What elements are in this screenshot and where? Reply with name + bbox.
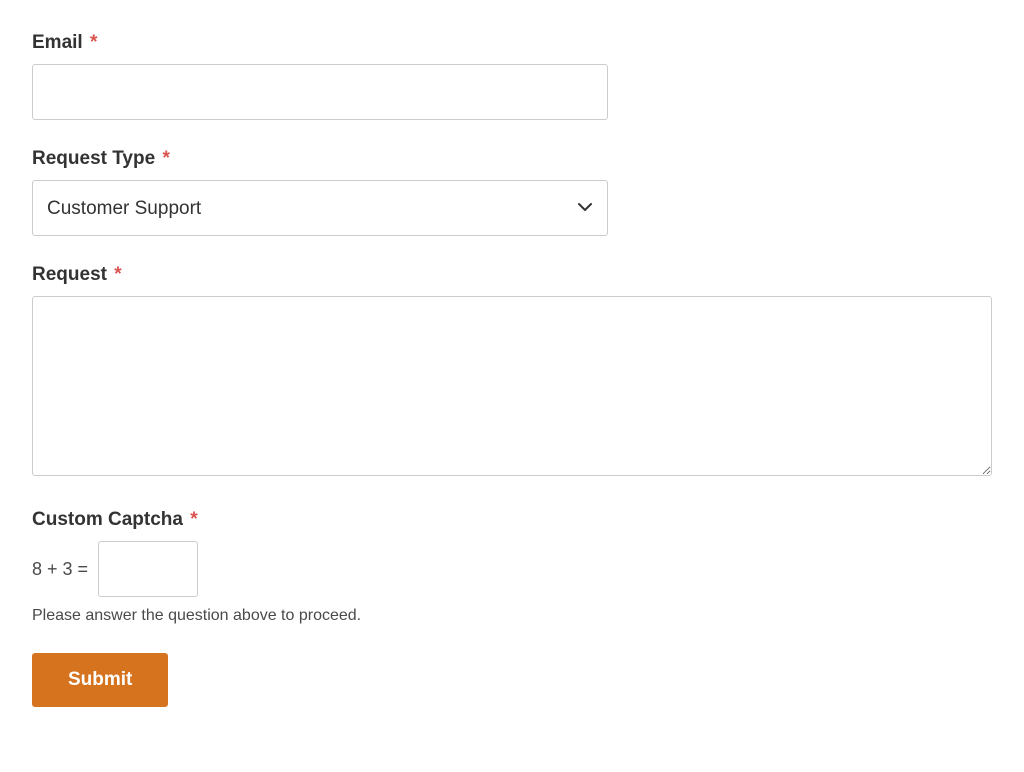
request-type-select[interactable]: Customer Support	[32, 180, 608, 236]
captcha-label-text: Custom Captcha	[32, 509, 183, 530]
submit-button[interactable]: Submit	[32, 653, 168, 707]
email-label-text: Email	[32, 32, 83, 53]
email-group: Email *	[32, 32, 992, 120]
captcha-input[interactable]	[98, 541, 198, 597]
submit-group: Submit	[32, 653, 992, 707]
captcha-hint: Please answer the question above to proc…	[32, 607, 992, 625]
captcha-group: Custom Captcha * 8 + 3 = Please answer t…	[32, 509, 992, 625]
select-wrapper: Customer Support	[32, 180, 608, 236]
request-type-label-text: Request Type	[32, 148, 155, 169]
required-asterisk: *	[90, 32, 97, 53]
captcha-label: Custom Captcha *	[32, 509, 992, 531]
request-group: Request *	[32, 264, 992, 481]
required-asterisk: *	[162, 148, 169, 169]
request-label: Request *	[32, 264, 992, 286]
request-label-text: Request	[32, 264, 107, 285]
required-asterisk: *	[114, 264, 121, 285]
request-type-group: Request Type * Customer Support	[32, 148, 992, 236]
required-asterisk: *	[190, 509, 197, 530]
request-type-label: Request Type *	[32, 148, 992, 170]
email-input[interactable]	[32, 64, 608, 120]
request-textarea[interactable]	[32, 296, 992, 476]
email-label: Email *	[32, 32, 992, 54]
captcha-row: 8 + 3 =	[32, 541, 992, 597]
captcha-question: 8 + 3 =	[32, 559, 88, 580]
